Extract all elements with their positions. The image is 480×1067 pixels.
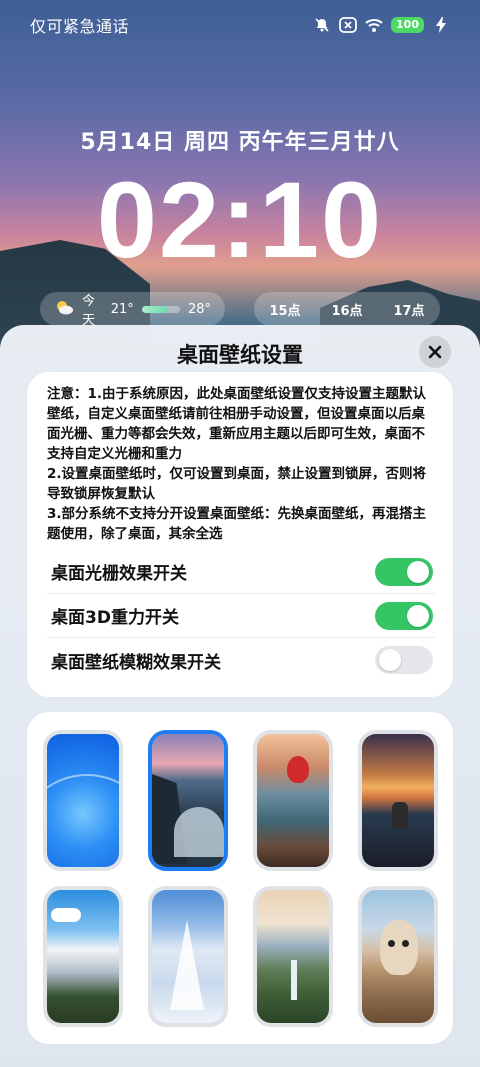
notice-paragraph: 注意：1.由于系统原因，此处桌面壁纸设置仅支持设置主题默认壁纸，自定义桌面壁纸请…	[47, 386, 427, 462]
close-box-icon	[339, 16, 357, 34]
wifi-icon	[365, 16, 383, 34]
notice-paragraph: 2.设置桌面壁纸时，仅可设置到桌面，禁止设置到锁屏，否则将导致锁屏恢复默认	[47, 466, 427, 502]
close-icon	[428, 345, 442, 359]
wallpaper-grid	[43, 730, 438, 1027]
wallpaper-settings-sheet: 桌面壁纸设置 注意：1.由于系统原因，此处桌面壁纸设置仅支持设置主题默认壁纸，自…	[0, 325, 480, 1067]
toggle-row-gravity: 桌面3D重力开关	[47, 594, 435, 638]
wallpaper-thumb-waterfall-valley[interactable]	[253, 886, 333, 1027]
wallpaper-thumb-hot-air-balloon[interactable]	[253, 730, 333, 871]
wallpaper-thumb-snow-forest[interactable]	[148, 886, 228, 1027]
bell-off-icon	[313, 16, 331, 34]
battery-level: 100	[391, 17, 424, 33]
wallpaper-grid-card	[27, 712, 453, 1044]
notice-paragraph: 3.部分系统不支持分开设置桌面壁纸：先换桌面壁纸，再混搭主题使用，除了桌面，其余…	[47, 506, 427, 542]
toggle-row-blur: 桌面壁纸模糊效果开关	[47, 638, 435, 682]
charging-icon	[432, 16, 450, 34]
weather-widget: 今天 21° 28°	[40, 292, 225, 328]
sheet-title: 桌面壁纸设置	[177, 343, 303, 367]
weather-low: 21°	[110, 301, 134, 317]
partly-cloudy-icon	[54, 299, 74, 319]
wallpaper-thumb-alpaca[interactable]	[358, 886, 438, 1027]
wallpaper-thumb-cat-sunset[interactable]	[358, 730, 438, 871]
toggle-row-grating: 桌面光栅效果开关	[47, 550, 435, 594]
weather-high: 28°	[187, 301, 211, 317]
toggle-list: 桌面光栅效果开关 桌面3D重力开关 桌面壁纸模糊效果开关	[47, 550, 435, 682]
toggle-label: 桌面壁纸模糊效果开关	[51, 652, 221, 673]
gravity-3d-toggle[interactable]	[375, 601, 433, 630]
hourly-forecast: 15点 16点 17点	[254, 292, 440, 326]
toggle-label: 桌面光栅效果开关	[51, 564, 187, 584]
wallpaper-thumb-blue-abstract[interactable]	[43, 730, 123, 871]
close-button[interactable]	[419, 336, 451, 368]
hour-label: 15点	[269, 303, 301, 319]
weather-day-label: 今天	[82, 294, 96, 328]
wallpaper-thumb-coastal-cliffs[interactable]	[148, 730, 228, 871]
toggle-label: 桌面3D重力开关	[51, 608, 179, 628]
hour-label: 17点	[393, 303, 425, 319]
grating-effect-toggle[interactable]	[375, 557, 433, 586]
status-icons: 100	[313, 16, 450, 34]
hour-label: 16点	[331, 303, 363, 319]
lockscreen-clock: 02:10	[96, 159, 384, 280]
blur-effect-toggle[interactable]	[375, 646, 433, 674]
wallpaper-thumb-mountain-lake[interactable]	[43, 886, 123, 1027]
lockscreen-date: 5月14日 周四 丙午年三月廿八	[80, 130, 400, 155]
notice-text: 注意：1.由于系统原因，此处桌面壁纸设置仅支持设置主题默认壁纸，自定义桌面壁纸请…	[47, 384, 435, 544]
status-bar: 仅可紧急通话 100	[0, 0, 480, 50]
temperature-range-bar	[141, 305, 180, 313]
status-text: 仅可紧急通话	[30, 17, 130, 36]
notice-card: 注意：1.由于系统原因，此处桌面壁纸设置仅支持设置主题默认壁纸，自定义桌面壁纸请…	[27, 372, 453, 697]
